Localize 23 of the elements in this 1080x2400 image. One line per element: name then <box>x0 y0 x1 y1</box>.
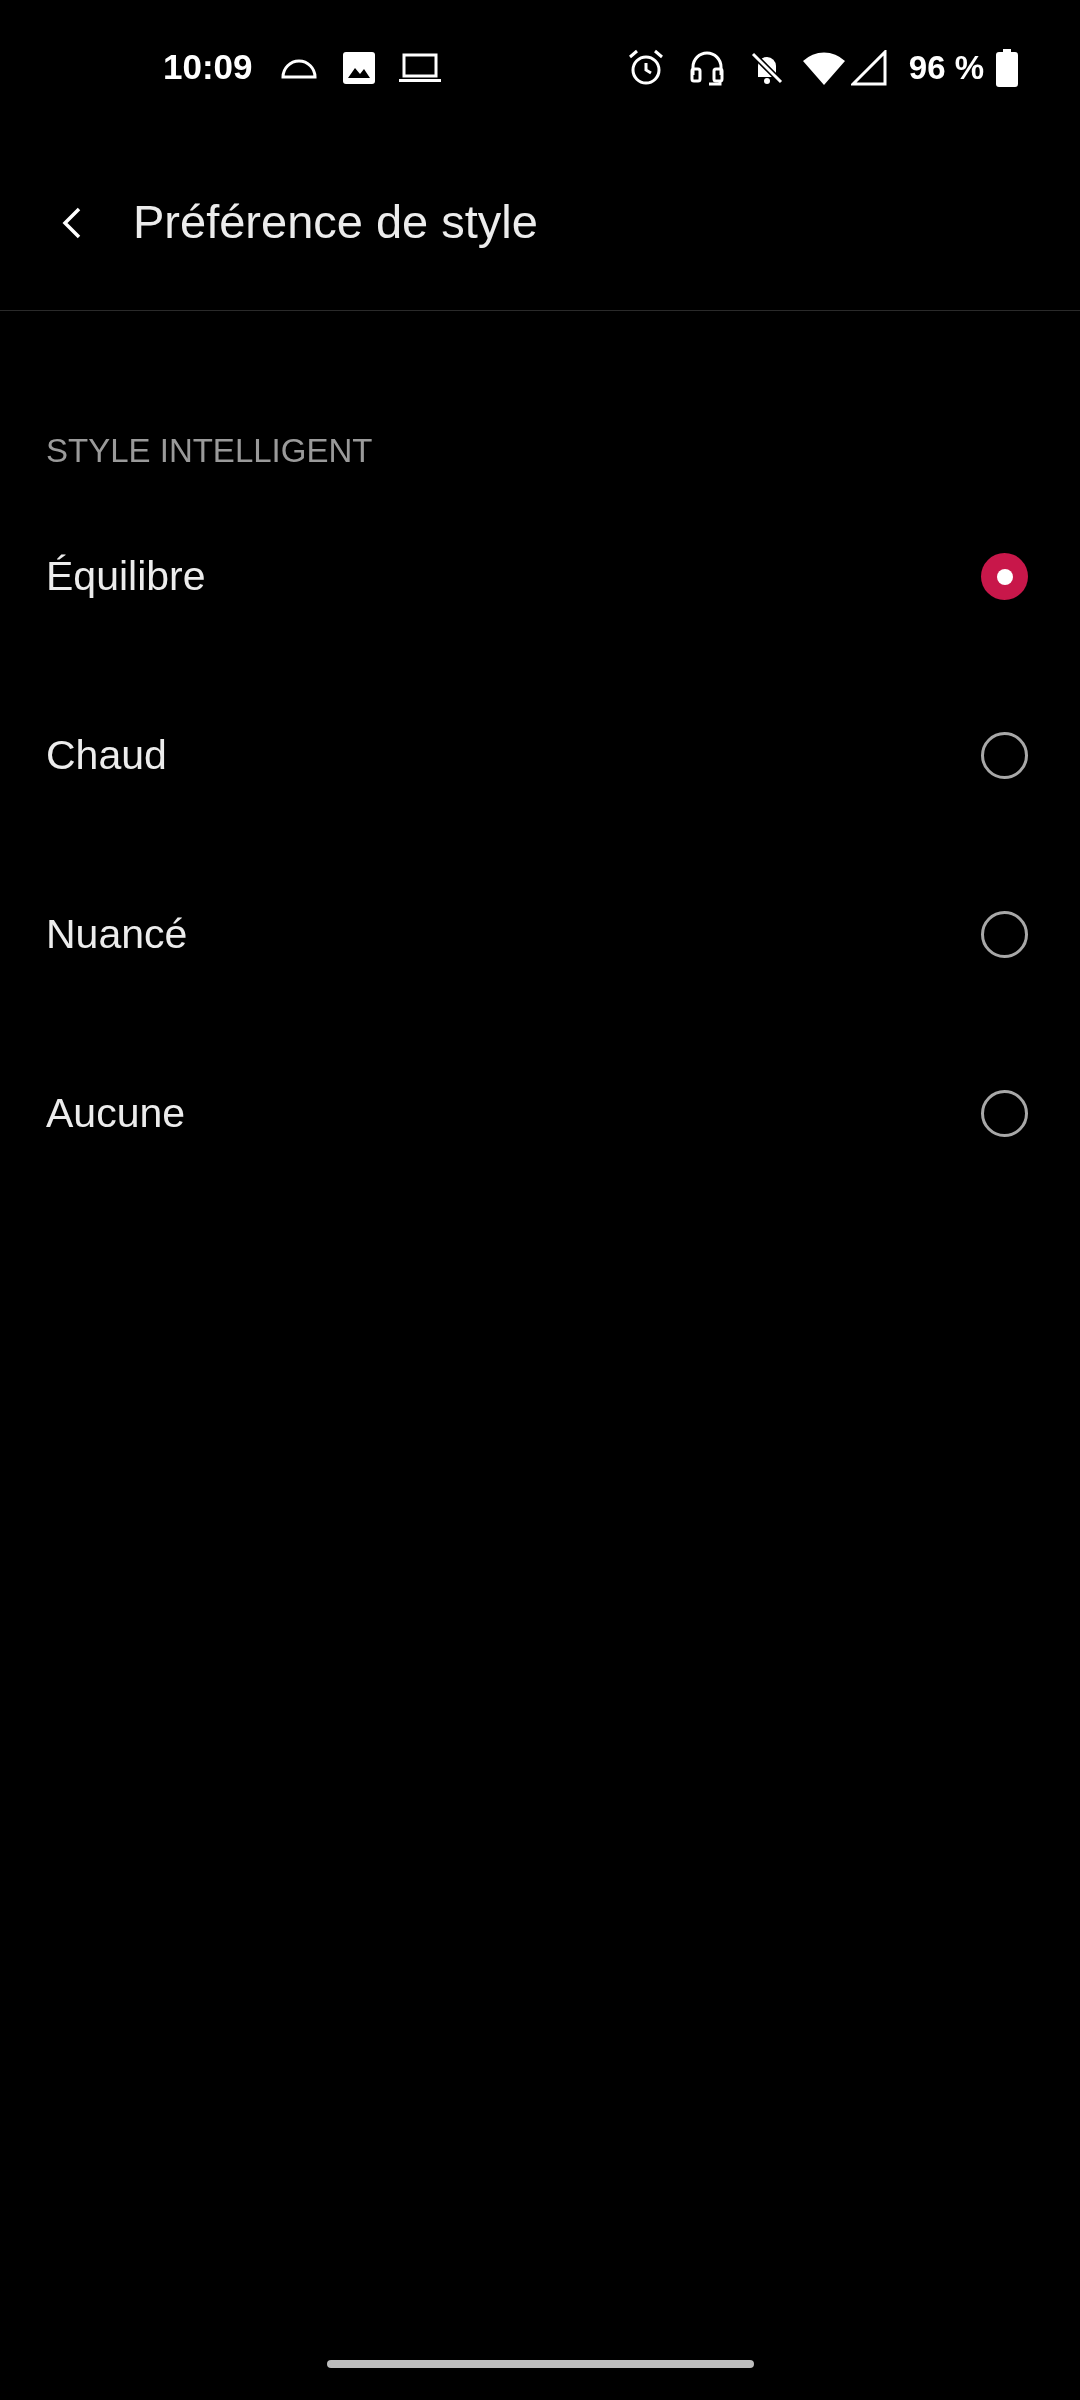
option-label: Équilibre <box>46 551 207 601</box>
option-row[interactable]: Nuancé <box>0 845 1080 1024</box>
alarm-icon <box>626 48 665 87</box>
wifi-icon <box>802 50 845 85</box>
battery-icon <box>996 48 1018 87</box>
radio-button[interactable] <box>981 911 1028 958</box>
option-label: Aucune <box>46 1088 187 1138</box>
signal-icon <box>850 49 887 86</box>
option-label: Chaud <box>46 730 168 780</box>
option-label: Nuancé <box>46 909 189 959</box>
page-title: Préférence de style <box>133 194 538 251</box>
option-row[interactable]: Équilibre <box>0 487 1080 666</box>
option-row[interactable]: Chaud <box>0 666 1080 845</box>
battery-percentage: 96 % <box>908 47 984 88</box>
radio-button[interactable] <box>981 1090 1028 1137</box>
radio-button[interactable] <box>981 553 1028 600</box>
laptop-icon <box>398 51 441 84</box>
section-header: STYLE INTELLIGENT <box>46 432 373 469</box>
option-row[interactable]: Aucune <box>0 1024 1080 1203</box>
status-time: 10:09 <box>163 46 253 89</box>
image-icon <box>342 51 375 84</box>
back-icon <box>62 206 82 239</box>
radio-button[interactable] <box>981 732 1028 779</box>
